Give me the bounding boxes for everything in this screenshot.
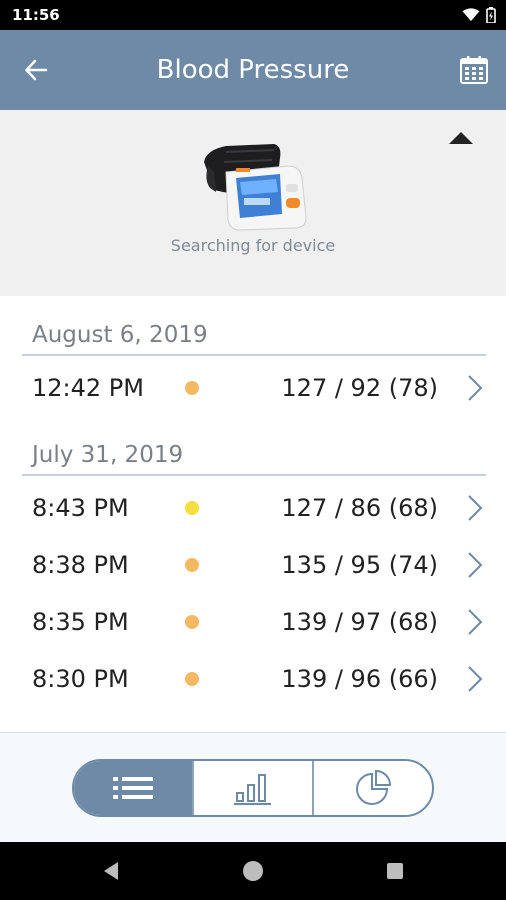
status-dot [185,558,199,572]
reading-value: 139 / 96 (66) [281,665,438,693]
status-time: 11:56 [12,6,60,24]
system-nav-bar [0,842,506,900]
home-nav-icon[interactable] [241,859,265,883]
chart-view-tab[interactable] [194,761,314,815]
pie-chart-icon [356,769,392,805]
reading-value: 127 / 86 (68) [281,494,438,522]
status-bar: 11:56 [0,0,506,30]
wifi-icon [462,8,480,21]
page-title: Blood Pressure [156,55,350,85]
reading-time: 8:30 PM [32,665,129,693]
blood-pressure-monitor-image [204,144,307,231]
back-arrow-icon [25,59,48,81]
chevron-right-icon [464,606,486,638]
pie-view-tab[interactable] [314,761,432,815]
back-button[interactable] [18,52,54,88]
chevron-right-icon [464,492,486,524]
reading-value: 139 / 97 (68) [281,608,438,636]
status-dot [185,381,199,395]
status-dot [185,615,199,629]
app-bar: Blood Pressure [0,30,506,110]
chevron-right-icon [464,549,486,581]
chevron-right-icon [464,663,486,695]
reading-row[interactable]: 8:30 PM 139 / 96 (66) [22,651,486,707]
reading-time: 8:43 PM [32,494,129,522]
date-header: July 31, 2019 [22,436,486,476]
bar-chart-icon [234,774,271,805]
view-toggle [72,759,434,817]
status-icons [462,7,496,23]
status-dot [185,501,199,515]
reading-row[interactable]: 8:43 PM 127 / 86 (68) [22,480,486,536]
calendar-icon [460,56,488,84]
list-icon [113,777,153,799]
reading-value: 127 / 92 (78) [281,374,438,402]
device-panel: Searching for device [0,110,506,296]
device-status: Searching for device [170,236,336,255]
back-nav-icon[interactable] [101,860,121,882]
collapse-button[interactable] [446,128,476,148]
recents-nav-icon[interactable] [385,861,405,881]
reading-row[interactable]: 8:35 PM 139 / 97 (68) [22,594,486,650]
reading-row[interactable]: 8:38 PM 135 / 95 (74) [22,537,486,593]
chevron-right-icon [464,372,486,404]
reading-time: 8:35 PM [32,608,129,636]
reading-value: 135 / 95 (74) [281,551,438,579]
reading-time: 12:42 PM [32,374,144,402]
bottom-toolbar [0,732,506,842]
status-dot [185,672,199,686]
list-view-tab[interactable] [74,761,194,815]
reading-time: 8:38 PM [32,551,129,579]
calendar-button[interactable] [456,52,492,88]
battery-icon [486,7,496,23]
date-header: August 6, 2019 [22,316,486,356]
caret-up-icon [449,132,473,144]
reading-row[interactable]: 12:42 PM 127 / 92 (78) [22,360,486,416]
